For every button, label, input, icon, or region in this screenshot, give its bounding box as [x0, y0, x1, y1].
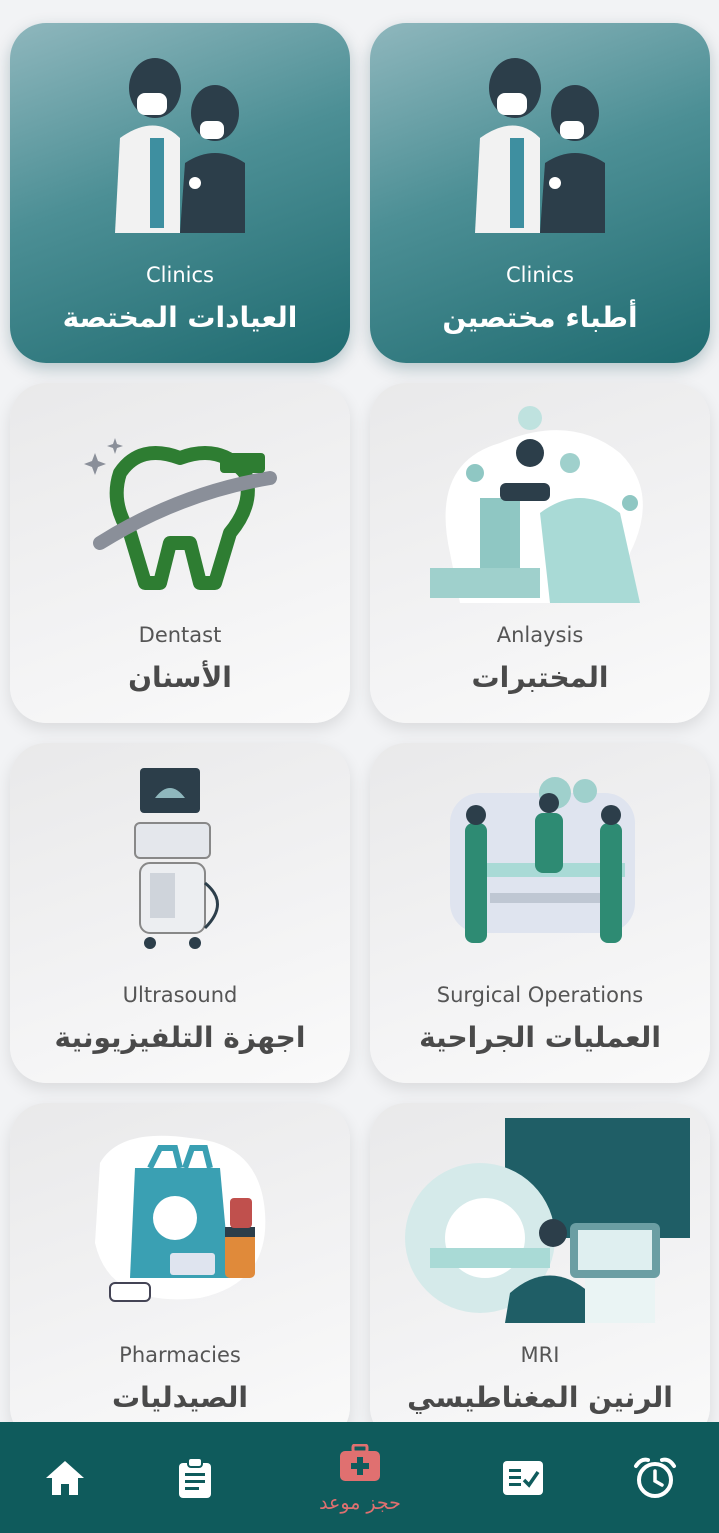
doctor-patient-icon	[115, 58, 245, 233]
card-ultrasound[interactable]: Ultrasound اجهزة التلفيزيونية	[10, 743, 350, 1083]
card-en-label: Pharmacies	[119, 1343, 241, 1367]
card-en-label: Clinics	[506, 263, 574, 287]
pharmacy-bag-icon	[95, 1135, 266, 1302]
tooth-toothbrush-icon	[84, 438, 277, 590]
card-ar-label: الصيدليات	[112, 1381, 248, 1414]
card-pharmacies[interactable]: Pharmacies الصيدليات	[10, 1103, 350, 1422]
clipboard-icon	[179, 1456, 211, 1498]
card-ar-label: الأسنان	[128, 661, 232, 694]
card-laboratories[interactable]: Anlaysis المختبرات	[370, 383, 710, 723]
nav-book-label: حجز موعد	[319, 1492, 401, 1514]
card-en-label: Ultrasound	[122, 983, 238, 1007]
alarm-clock-icon	[634, 1457, 676, 1498]
ultrasound-machine-icon	[134, 768, 219, 949]
microscope-lab-icon	[430, 406, 643, 603]
card-ar-label: الرنين المغناطيسي	[407, 1381, 673, 1414]
card-ar-label: العمليات الجراحية	[419, 1021, 661, 1054]
nav-alarm[interactable]	[610, 1422, 700, 1533]
card-en-label: Dentast	[138, 623, 222, 647]
card-en-label: Anlaysis	[496, 623, 584, 647]
bottom-navigation: حجز موعد	[0, 1422, 719, 1533]
services-grid: Clinics أطباء مختصين Clinics العيادات ال…	[0, 0, 719, 1422]
card-ar-label: اجهزة التلفيزيونية	[54, 1021, 306, 1054]
card-en-label: MRI	[520, 1343, 560, 1367]
card-mri[interactable]: MRI الرنين المغناطيسي	[370, 1103, 710, 1422]
card-ar-label: المختبرات	[471, 661, 609, 694]
checklist-icon	[503, 1460, 543, 1495]
home-icon	[46, 1460, 84, 1495]
nav-book-appointment[interactable]: حجز موعد	[300, 1422, 420, 1533]
nav-checklist[interactable]	[478, 1422, 568, 1533]
card-dentistry[interactable]: Dentast الأسنان	[10, 383, 350, 723]
medical-kit-icon	[340, 1444, 380, 1481]
surgery-team-icon	[450, 777, 635, 943]
card-surgical-operations[interactable]: Surgical Operations العمليات الجراحية	[370, 743, 710, 1083]
doctor-patient-icon	[475, 58, 605, 233]
card-en-label: Surgical Operations	[436, 983, 644, 1007]
card-specialist-doctors[interactable]: Clinics أطباء مختصين	[370, 23, 710, 363]
card-specialized-clinics[interactable]: Clinics العيادات المختصة	[10, 23, 350, 363]
card-ar-label: أطباء مختصين	[442, 301, 638, 334]
mri-scanner-icon	[405, 1118, 690, 1323]
card-en-label: Clinics	[146, 263, 214, 287]
nav-home[interactable]	[20, 1422, 110, 1533]
card-ar-label: العيادات المختصة	[62, 301, 298, 334]
nav-clipboard[interactable]	[150, 1422, 240, 1533]
